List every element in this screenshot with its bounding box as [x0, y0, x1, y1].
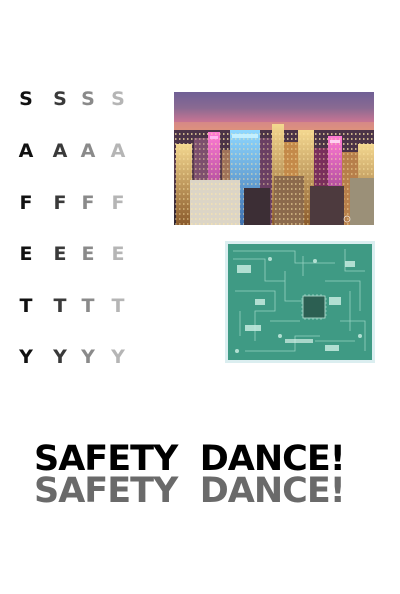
- letter: F: [53, 192, 67, 214]
- circuit-board-image: [225, 241, 375, 363]
- letter: S: [19, 88, 33, 110]
- letter: E: [81, 243, 95, 265]
- letter: Y: [81, 346, 95, 368]
- letter: E: [111, 243, 125, 265]
- letter: Y: [111, 346, 125, 368]
- letter: T: [81, 295, 95, 317]
- letter-row-t: T T T T: [12, 291, 142, 321]
- letter: A: [80, 140, 96, 162]
- letter-row-y: Y Y Y Y: [12, 342, 142, 372]
- letter: E: [19, 243, 33, 265]
- city-skyline-image: [174, 92, 374, 225]
- letter: E: [53, 243, 67, 265]
- letter: F: [111, 192, 125, 214]
- letter: F: [19, 192, 33, 214]
- letter: Y: [53, 346, 67, 368]
- letter: A: [18, 140, 34, 162]
- letter: A: [110, 140, 126, 162]
- slogan-text: SAFETY DANCE!: [34, 439, 346, 479]
- letter-grid: S S S S A A A A F F F F E E E E T T T T …: [12, 84, 142, 374]
- letter-row-s: S S S S: [12, 84, 142, 114]
- letter-row-a: A A A A: [12, 136, 142, 166]
- letter-row-f: F F F F: [12, 188, 142, 218]
- city-skyline-icon: [174, 92, 374, 225]
- letter: T: [53, 295, 67, 317]
- letter: T: [111, 295, 125, 317]
- letter: S: [53, 88, 67, 110]
- letter: A: [52, 140, 68, 162]
- circuit-board-icon: [225, 241, 375, 363]
- letter: F: [81, 192, 95, 214]
- letter-row-e: E E E E: [12, 239, 142, 269]
- letter: Y: [19, 346, 33, 368]
- letter: T: [19, 295, 33, 317]
- letter: S: [81, 88, 95, 110]
- letter: S: [111, 88, 125, 110]
